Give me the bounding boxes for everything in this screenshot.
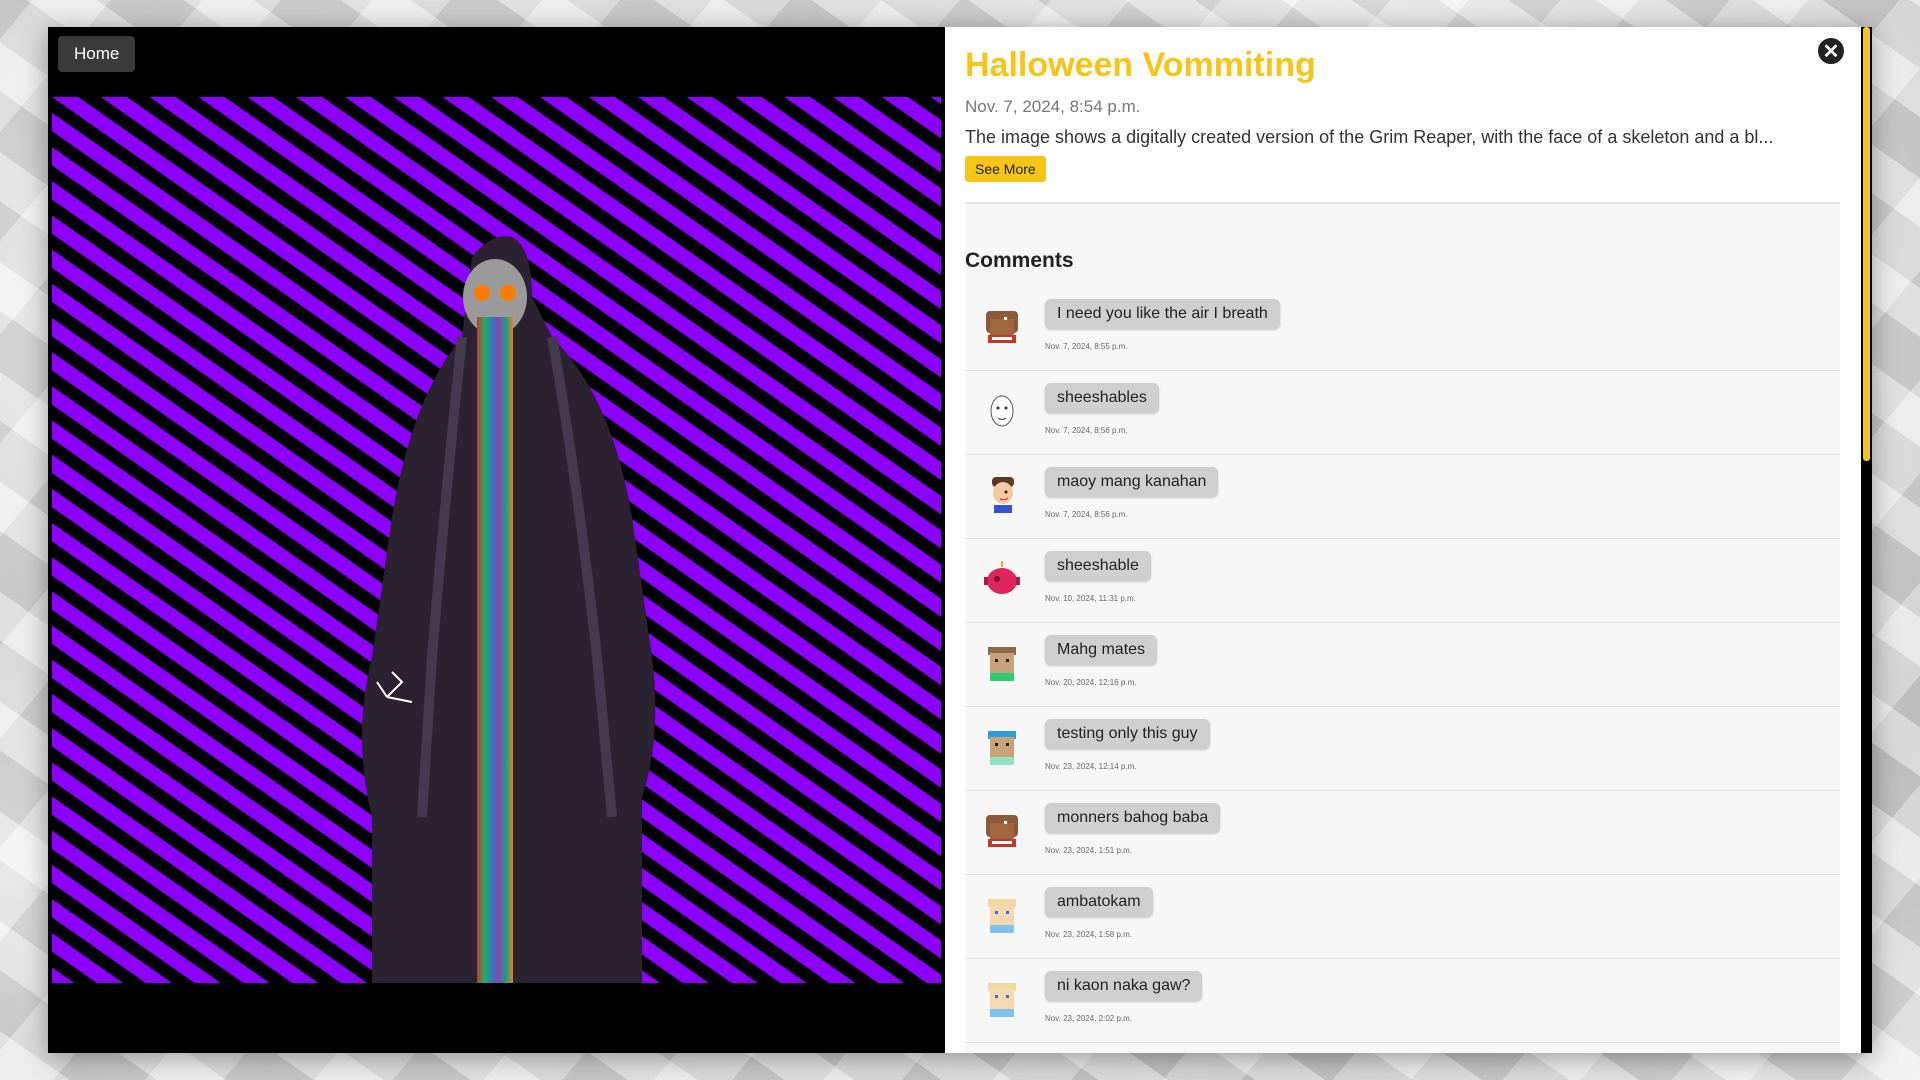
post-description: The image shows a digitally created vers… [965,127,1774,147]
comment-text: monners bahog baba [1045,803,1221,833]
avatar[interactable] [982,307,1022,347]
avatar[interactable] [982,979,1022,1019]
comment-item: ni kaon naka gaw? Nov. 23, 2024, 2:02 p.m… [965,959,1840,1043]
comment-item: I need you like the air I breath Nov. 7, … [965,287,1840,371]
comment-text: Mahg mates [1045,635,1158,665]
comment-timestamp: Nov. 7, 2024, 8:56 p.m. [1045,510,1128,519]
comment-timestamp: Nov. 20, 2024, 12:16 p.m. [1045,678,1137,687]
comment-timestamp: Nov. 7, 2024, 8:55 p.m. [1045,342,1128,351]
comment-text: sheeshables [1045,383,1159,413]
comment-item: sheeshables Nov. 7, 2024, 8:56 p.m. [965,371,1840,455]
comment-item: monners bahog baba Nov. 23, 2024, 1:51 p.… [965,791,1840,875]
post-date: Nov. 7, 2024, 8:54 p.m. [965,97,1141,116]
grim-reaper-artwork [52,97,941,983]
comment-text: ni kaon naka gaw? [1045,971,1203,1001]
post-content: Halloween Vommiting Nov. 7, 2024, 8:54 p… [965,27,1840,1053]
avatar[interactable] [982,811,1022,851]
home-button[interactable]: Home [58,36,136,72]
comment-text: sheeshable [1045,551,1151,581]
comment-timestamp: Nov. 7, 2024, 8:56 p.m. [1045,426,1128,435]
avatar[interactable] [982,391,1022,431]
avatar[interactable] [982,643,1022,683]
comment-item: Mahg mates Nov. 20, 2024, 12:16 p.m. [965,623,1840,707]
avatar[interactable] [982,895,1022,935]
see-more-button[interactable]: See More [965,156,1046,182]
image-detail-modal: Home ✕ Halloween Vommiting Nov. 7, 2024,… [48,27,1872,1053]
avatar[interactable] [982,727,1022,767]
scrollbar[interactable] [1861,27,1872,1053]
comment-timestamp: Nov. 23, 2024, 2:02 p.m. [1045,1014,1133,1023]
comment-timestamp: Nov. 23, 2024, 1:51 p.m. [1045,846,1133,855]
comment-list: I need you like the air I breath Nov. 7, … [965,287,1840,1043]
info-pane: ✕ Halloween Vommiting Nov. 7, 2024, 8:54… [945,27,1872,1053]
comment-text: I need you like the air I breath [1045,299,1280,329]
comment-timestamp: Nov. 10, 2024, 11:31 p.m. [1045,594,1136,603]
avatar[interactable] [982,475,1022,515]
comment-item: ambatokam Nov. 23, 2024, 1:58 p.m. [965,875,1840,959]
comment-text: maoy mang kanahan [1045,467,1219,497]
comment-timestamp: Nov. 23, 2024, 1:58 p.m. [1045,930,1133,939]
comment-item: sheeshable Nov. 10, 2024, 11:31 p.m. [965,539,1840,623]
comment-text: ambatokam [1045,887,1153,917]
scrollbar-thumb[interactable] [1863,27,1870,461]
comments-section: Comments I need you like the air I breat… [965,204,1840,1053]
comment-item: testing only this guy Nov. 23, 2024, 12:1… [965,707,1840,791]
comment-timestamp: Nov. 23, 2024, 12:14 p.m. [1045,762,1137,771]
comments-heading: Comments [965,249,1074,272]
media-pane: Home [48,27,945,1053]
comment-item: maoy mang kanahan Nov. 7, 2024, 8:56 p.m. [965,455,1840,539]
post-title: Halloween Vommiting [965,46,1316,84]
comment-text: testing only this guy [1045,719,1210,749]
avatar[interactable] [982,559,1022,599]
